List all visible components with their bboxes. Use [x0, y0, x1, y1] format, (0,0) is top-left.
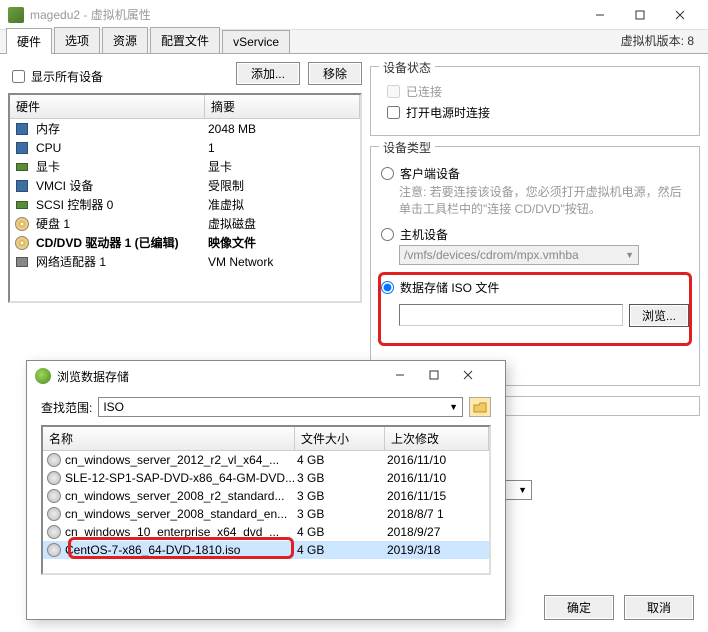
hw-row[interactable]: 网络适配器 1 VM Network: [10, 252, 360, 271]
show-all-devices-input[interactable]: [12, 70, 25, 83]
dlg-close-button[interactable]: [463, 369, 497, 383]
browse-datastore-dialog: 浏览数据存储 查找范围: ISO▼ 名称 文件大小 上次修改 cn_window…: [26, 360, 506, 620]
datastore-icon: [35, 368, 51, 384]
minimize-button[interactable]: [580, 0, 620, 30]
file-row[interactable]: CentOS-7-x86_64-DVD-1810.iso 4 GB 2019/3…: [43, 541, 489, 559]
folder-up-button[interactable]: [469, 397, 491, 417]
dlg-maximize-button[interactable]: [429, 369, 463, 383]
iso-file-radio[interactable]: 数据存储 ISO 文件: [381, 279, 689, 296]
client-device-radio[interactable]: 客户端设备: [381, 165, 689, 182]
cd-icon: [14, 235, 30, 251]
add-button[interactable]: 添加...: [236, 62, 300, 85]
browse-button[interactable]: 浏览...: [629, 304, 689, 327]
iso-file-icon: [47, 489, 61, 503]
fl-header-size[interactable]: 文件大小: [295, 427, 385, 450]
hw-row[interactable]: CPU 1: [10, 138, 360, 157]
scope-combo[interactable]: ISO▼: [98, 397, 463, 417]
tab-options[interactable]: 选项: [54, 27, 100, 53]
main-titlebar: magedu2 - 虚拟机属性: [0, 0, 708, 30]
hardware-table: 硬件 摘要 内存 2048 MB CPU 1 显卡 显卡 VMCI 设备 受限制…: [8, 93, 362, 303]
chevron-down-icon: ▼: [518, 485, 527, 495]
scsi-icon: [14, 197, 30, 213]
hw-row[interactable]: 显卡 显卡: [10, 157, 360, 176]
iso-file-icon: [47, 453, 61, 467]
iso-file-icon: [47, 507, 61, 521]
ok-button[interactable]: 确定: [544, 595, 614, 620]
tab-vservice[interactable]: vService: [222, 30, 290, 53]
hw-row[interactable]: CD/DVD 驱动器 1 (已编辑) 映像文件: [10, 233, 360, 252]
vm-version-label: 虚拟机版本: 8: [613, 28, 702, 53]
scope-label: 查找范围:: [41, 399, 92, 416]
device-status-group: 设备状态 已连接 打开电源时连接: [370, 66, 700, 136]
show-all-devices-checkbox[interactable]: 显示所有设备: [12, 68, 103, 85]
dialog-title: 浏览数据存储: [57, 368, 395, 385]
remove-button[interactable]: 移除: [308, 62, 362, 85]
file-row[interactable]: cn_windows_server_2012_r2_vl_x64_... 4 G…: [43, 451, 489, 469]
iso-path-input[interactable]: [399, 304, 623, 326]
file-row[interactable]: cn_windows_server_2008_standard_en... 3 …: [43, 505, 489, 523]
tab-hardware[interactable]: 硬件: [6, 28, 52, 54]
app-icon: [8, 7, 24, 23]
client-note: 注意: 若要连接该设备，您必须打开虚拟机电源，然后单击工具栏中的"连接 CD/D…: [399, 184, 689, 218]
host-path-combo: /vmfs/devices/cdrom/mpx.vmhba▼: [399, 245, 639, 265]
close-button[interactable]: [660, 0, 700, 30]
vmci-icon: [14, 178, 30, 194]
hw-header-hardware[interactable]: 硬件: [10, 95, 205, 118]
connected-checkbox[interactable]: 已连接: [387, 83, 689, 100]
chevron-down-icon: ▼: [449, 402, 458, 412]
hw-row[interactable]: 内存 2048 MB: [10, 119, 360, 138]
hw-header-summary[interactable]: 摘要: [205, 95, 360, 118]
file-list: 名称 文件大小 上次修改 cn_windows_server_2012_r2_v…: [41, 425, 491, 575]
video-icon: [14, 159, 30, 175]
iso-file-icon: [47, 543, 61, 557]
device-type-group: 设备类型 客户端设备 注意: 若要连接该设备，您必须打开虚拟机电源，然后单击工具…: [370, 146, 700, 386]
hw-row[interactable]: SCSI 控制器 0 准虚拟: [10, 195, 360, 214]
chevron-down-icon: ▼: [625, 250, 634, 260]
disk-icon: [14, 216, 30, 232]
window-title: magedu2 - 虚拟机属性: [30, 6, 580, 23]
fl-header-name[interactable]: 名称: [43, 427, 295, 450]
iso-file-icon: [47, 471, 61, 485]
tab-profiles[interactable]: 配置文件: [150, 27, 220, 53]
maximize-button[interactable]: [620, 0, 660, 30]
dlg-minimize-button[interactable]: [395, 369, 429, 383]
hw-row[interactable]: 硬盘 1 虚拟磁盘: [10, 214, 360, 233]
net-icon: [14, 254, 30, 270]
host-device-radio[interactable]: 主机设备: [381, 226, 689, 243]
file-row[interactable]: cn_windows_server_2008_r2_standard... 3 …: [43, 487, 489, 505]
hw-row[interactable]: VMCI 设备 受限制: [10, 176, 360, 195]
tab-bar: 硬件 选项 资源 配置文件 vService 虚拟机版本: 8: [0, 30, 708, 54]
file-row[interactable]: cn_windows_10_enterprise_x64_dvd_... 4 G…: [43, 523, 489, 541]
cpu-icon: [14, 140, 30, 156]
tab-resources[interactable]: 资源: [102, 27, 148, 53]
iso-file-icon: [47, 525, 61, 539]
memory-icon: [14, 121, 30, 137]
file-row[interactable]: SLE-12-SP1-SAP-DVD-x86_64-GM-DVD... 3 GB…: [43, 469, 489, 487]
poweron-checkbox[interactable]: 打开电源时连接: [387, 104, 689, 121]
cancel-button[interactable]: 取消: [624, 595, 694, 620]
fl-header-date[interactable]: 上次修改: [385, 427, 489, 450]
